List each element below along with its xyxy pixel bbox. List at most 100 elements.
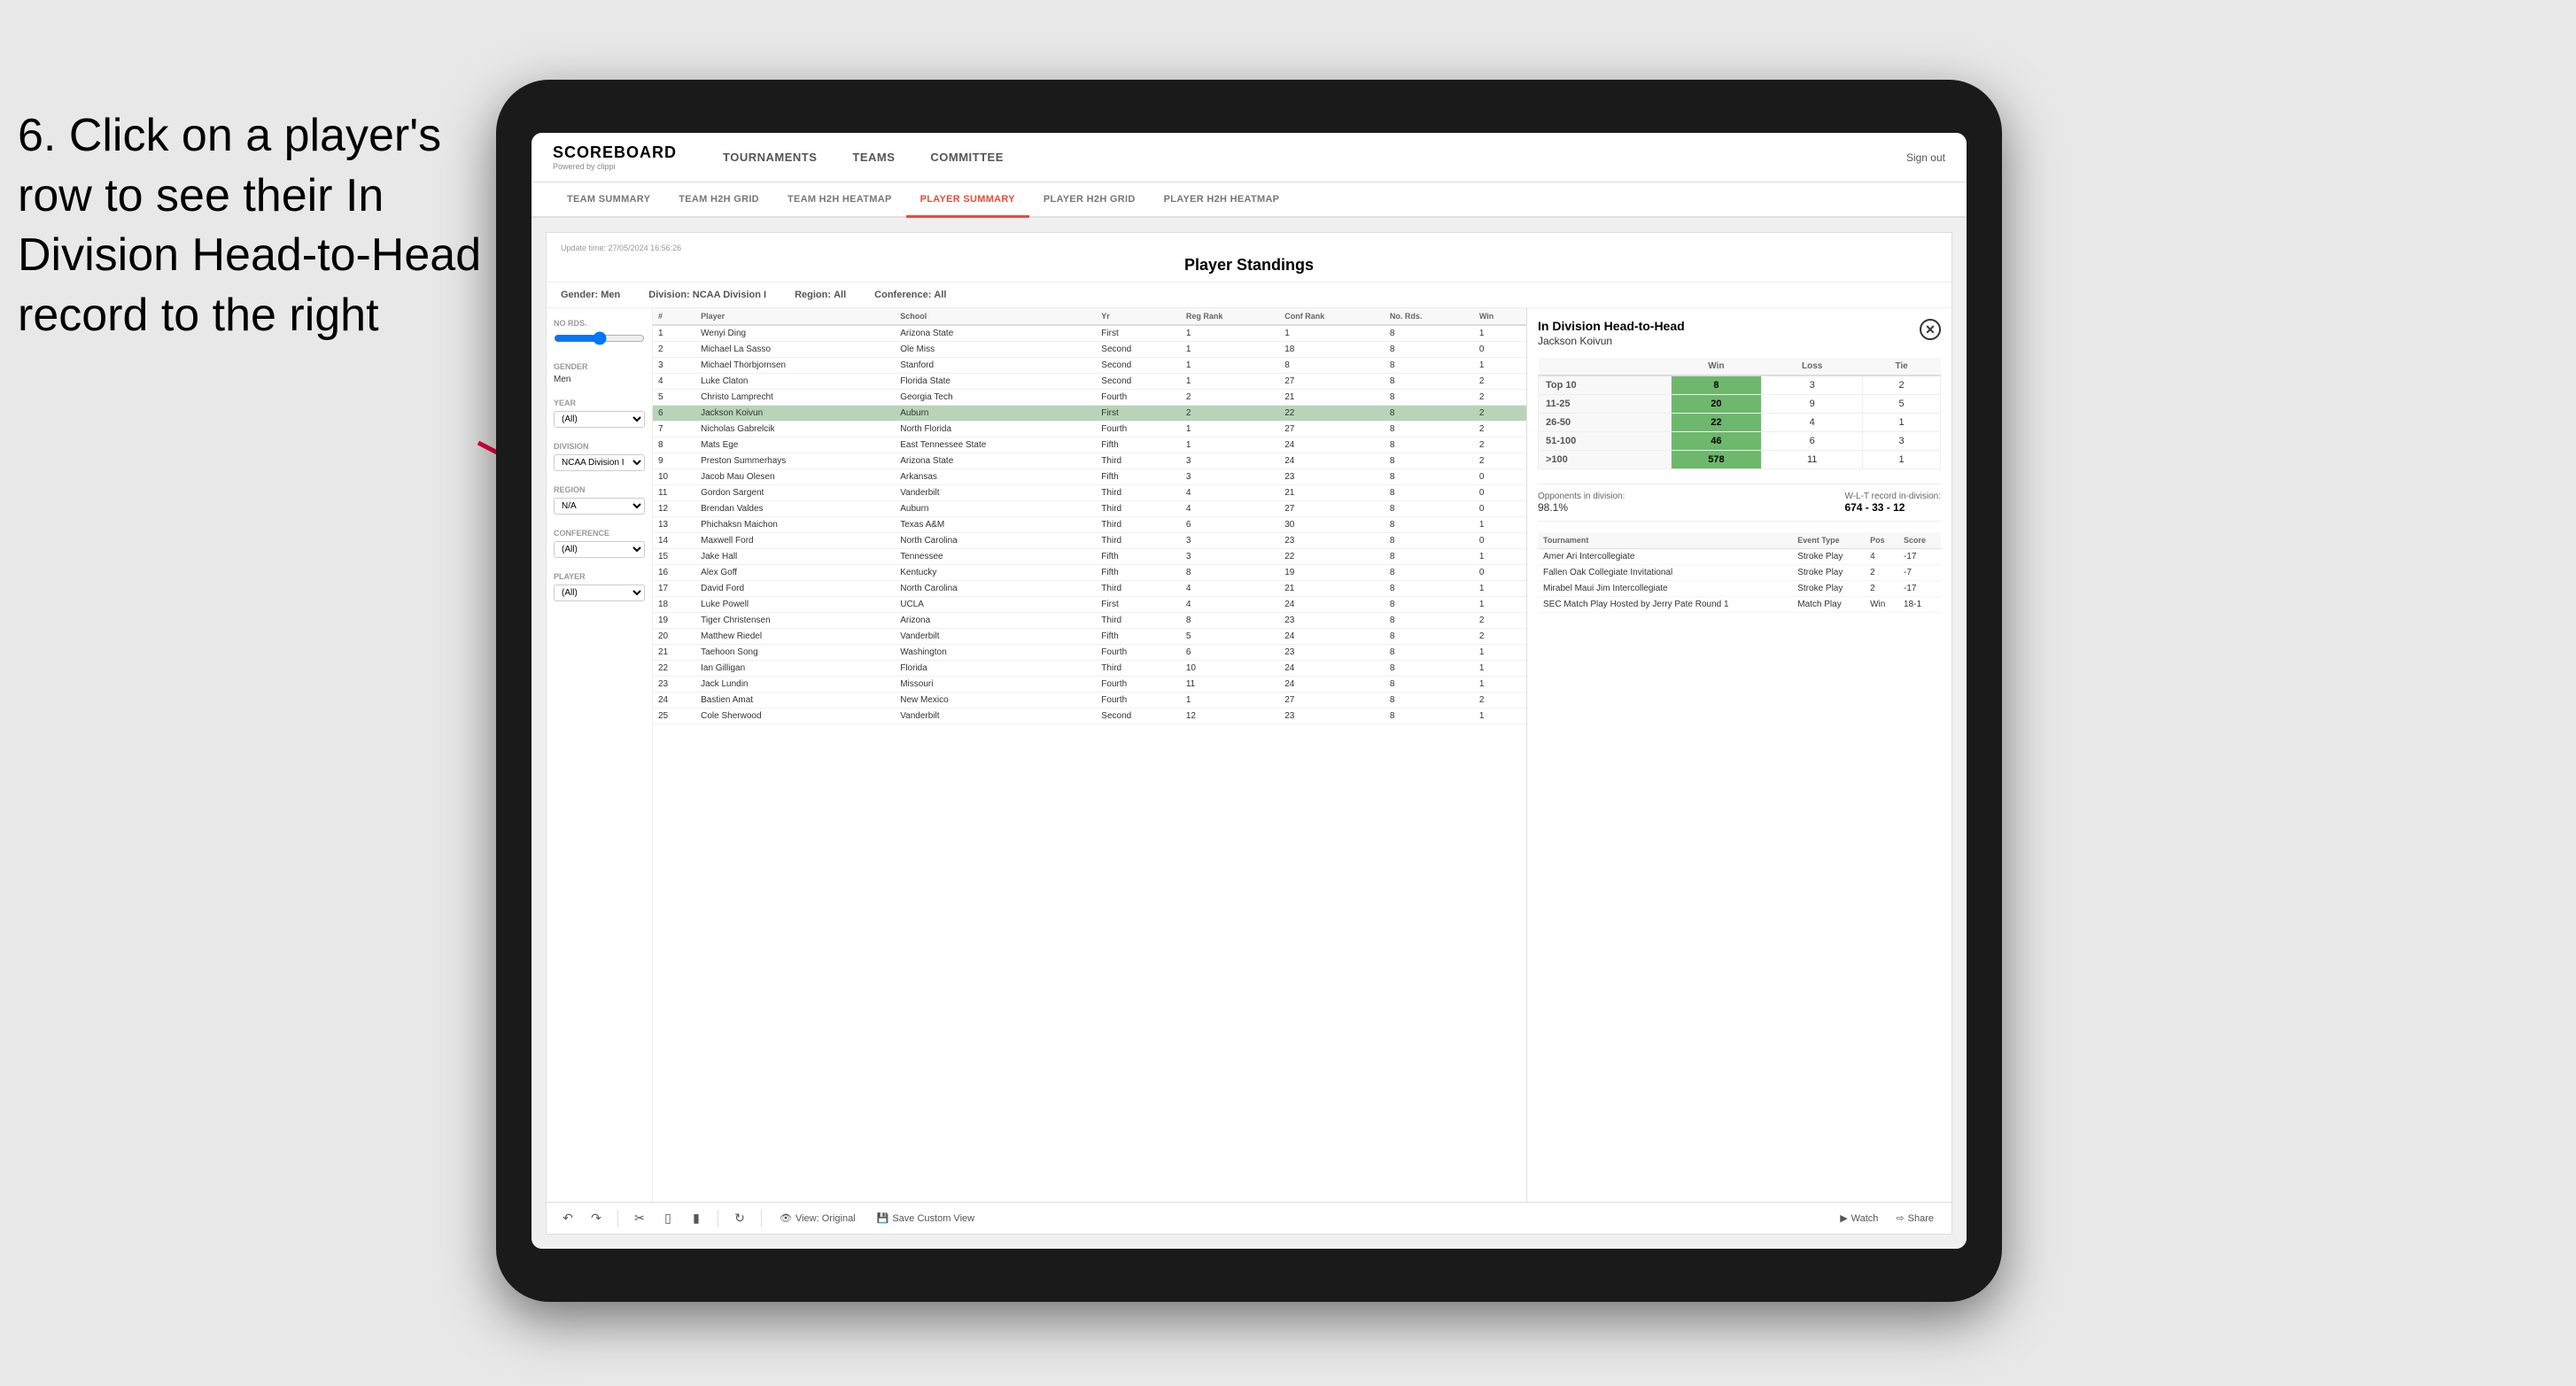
undo-button[interactable]: ↶ <box>557 1208 578 1229</box>
tab-player-summary[interactable]: PLAYER SUMMARY <box>906 182 1029 218</box>
sign-out-button[interactable]: Sign out <box>1906 151 1945 164</box>
tab-player-h2h-grid[interactable]: PLAYER H2H GRID <box>1029 182 1150 218</box>
update-time: Update time: 27/05/2024 16:56:26 <box>561 244 1937 252</box>
view-original-label: View: Original <box>795 1213 856 1224</box>
h2h-loss-cell: 9 <box>1762 395 1863 414</box>
opponents-left: Opponents in division: 98.1% <box>1538 492 1625 514</box>
table-row[interactable]: 8 Mats Ege East Tennessee State Fifth 1 … <box>653 437 1526 453</box>
no-rds-slider[interactable] <box>554 331 645 345</box>
table-row[interactable]: 18 Luke Powell UCLA First 4 24 8 1 <box>653 597 1526 613</box>
table-row[interactable]: 12 Brendan Valdes Auburn Third 4 27 8 0 <box>653 501 1526 517</box>
cell-school: Missouri <box>895 677 1096 693</box>
nav-teams[interactable]: TEAMS <box>834 133 912 182</box>
table-row[interactable]: 1 Wenyi Ding Arizona State First 1 1 8 1 <box>653 325 1526 342</box>
cell-reg-rank: 1 <box>1181 358 1279 374</box>
table-row[interactable]: 9 Preston Summerhays Arizona State Third… <box>653 453 1526 469</box>
region-select[interactable]: N/A <box>554 498 645 515</box>
cell-conf-rank: 24 <box>1279 629 1385 645</box>
col-pos: Pos <box>1865 532 1898 549</box>
cell-player: Maxwell Ford <box>695 533 895 549</box>
cell-reg-rank: 6 <box>1181 645 1279 661</box>
cell-school: Washington <box>895 645 1096 661</box>
cell-num: 14 <box>653 533 695 549</box>
toolbar-right: ▶ Watch ⇨ Share <box>1833 1209 1941 1227</box>
table-row[interactable]: 2 Michael La Sasso Ole Miss Second 1 18 … <box>653 342 1526 358</box>
tab-team-summary[interactable]: TEAM SUMMARY <box>553 182 664 218</box>
tournament-score: 18-1 <box>1898 597 1941 613</box>
gender-value: Men <box>554 375 645 384</box>
h2h-col-win: Win <box>1671 358 1761 376</box>
watch-button[interactable]: ▶ Watch <box>1833 1209 1885 1227</box>
table-row[interactable]: 6 Jackson Koivun Auburn First 2 22 8 2 <box>653 406 1526 422</box>
cell-player: Alex Goff <box>695 565 895 581</box>
h2h-row-label: Top 10 <box>1539 376 1672 395</box>
h2h-tie-cell: 3 <box>1863 432 1941 451</box>
table-row[interactable]: 20 Matthew Riedel Vanderbilt Fifth 5 24 … <box>653 629 1526 645</box>
share-button[interactable]: ⇨ Share <box>1889 1209 1941 1227</box>
gender-section: Gender Men <box>554 362 645 384</box>
nav-committee[interactable]: COMMITTEE <box>912 133 1021 182</box>
table-row[interactable]: 24 Bastien Amat New Mexico Fourth 1 27 8… <box>653 693 1526 708</box>
sub-nav: TEAM SUMMARY TEAM H2H GRID TEAM H2H HEAT… <box>531 182 1967 218</box>
cell-win: 2 <box>1474 693 1526 708</box>
cell-player: Luke Powell <box>695 597 895 613</box>
cell-no-rds: 8 <box>1385 485 1474 501</box>
cell-school: Texas A&M <box>895 517 1096 533</box>
table-row[interactable]: 16 Alex Goff Kentucky Fifth 8 19 8 0 <box>653 565 1526 581</box>
cell-conf-rank: 19 <box>1279 565 1385 581</box>
cell-num: 17 <box>653 581 695 597</box>
table-row[interactable]: 5 Christo Lamprecht Georgia Tech Fourth … <box>653 390 1526 406</box>
cell-num: 3 <box>653 358 695 374</box>
h2h-row: 51-100 46 6 3 <box>1539 432 1941 451</box>
table-row[interactable]: 22 Ian Gilligan Florida Third 10 24 8 1 <box>653 661 1526 677</box>
cell-no-rds: 8 <box>1385 390 1474 406</box>
table-row[interactable]: 4 Luke Claton Florida State Second 1 27 … <box>653 374 1526 390</box>
nav-tournaments[interactable]: TOURNAMENTS <box>705 133 834 182</box>
cell-win: 1 <box>1474 661 1526 677</box>
table-row[interactable]: 21 Taehoon Song Washington Fourth 6 23 8… <box>653 645 1526 661</box>
redo-button[interactable]: ↷ <box>586 1208 607 1229</box>
cell-reg-rank: 1 <box>1181 693 1279 708</box>
h2h-col-tie: Tie <box>1863 358 1941 376</box>
table-row[interactable]: 11 Gordon Sargent Vanderbilt Third 4 21 … <box>653 485 1526 501</box>
table-row[interactable]: 10 Jacob Mau Olesen Arkansas Fifth 3 23 … <box>653 469 1526 485</box>
tournament-pos: 4 <box>1865 549 1898 565</box>
player-label: Player <box>554 572 645 581</box>
tournament-header-row: Tournament Event Type Pos Score <box>1538 532 1941 549</box>
table-row[interactable]: 19 Tiger Christensen Arizona Third 8 23 … <box>653 613 1526 629</box>
table-row[interactable]: 3 Michael Thorbjornsen Stanford Second 1… <box>653 358 1526 374</box>
tab-team-h2h-heatmap[interactable]: TEAM H2H HEATMAP <box>773 182 906 218</box>
h2h-close-button[interactable]: ✕ <box>1920 319 1941 340</box>
division-select[interactable]: NCAA Division I <box>554 454 645 471</box>
year-section: Year (All) <box>554 399 645 428</box>
cell-no-rds: 8 <box>1385 629 1474 645</box>
conference-select[interactable]: (All) <box>554 541 645 558</box>
table-row[interactable]: 17 David Ford North Carolina Third 4 21 … <box>653 581 1526 597</box>
cell-yr: Fifth <box>1096 549 1181 565</box>
cell-no-rds: 8 <box>1385 358 1474 374</box>
save-custom-button[interactable]: 💾 Save Custom View <box>870 1209 982 1227</box>
cell-win: 2 <box>1474 453 1526 469</box>
cell-no-rds: 8 <box>1385 565 1474 581</box>
table-row[interactable]: 15 Jake Hall Tennessee Fifth 3 22 8 1 <box>653 549 1526 565</box>
cut-button[interactable]: ✂ <box>629 1208 650 1229</box>
cell-conf-rank: 21 <box>1279 390 1385 406</box>
cell-school: Auburn <box>895 406 1096 422</box>
table-row[interactable]: 25 Cole Sherwood Vanderbilt Second 12 23… <box>653 708 1526 724</box>
year-select[interactable]: (All) <box>554 411 645 428</box>
table-row[interactable]: 7 Nicholas Gabrelcik North Florida Fourt… <box>653 422 1526 437</box>
record-label: W-L-T record in-division: <box>1844 492 1941 501</box>
table-row[interactable]: 14 Maxwell Ford North Carolina Third 3 2… <box>653 533 1526 549</box>
paste-button[interactable]: ▮ <box>686 1208 707 1229</box>
view-original-button[interactable]: 👁 View: Original <box>772 1209 863 1227</box>
cell-school: Tennessee <box>895 549 1096 565</box>
player-select[interactable]: (All) <box>554 585 645 601</box>
tab-player-h2h-heatmap[interactable]: PLAYER H2H HEATMAP <box>1150 182 1294 218</box>
cell-num: 5 <box>653 390 695 406</box>
copy-button[interactable]: ▯ <box>657 1208 679 1229</box>
refresh-button[interactable]: ↻ <box>729 1208 750 1229</box>
table-row[interactable]: 23 Jack Lundin Missouri Fourth 11 24 8 1 <box>653 677 1526 693</box>
table-row[interactable]: 13 Phichaksn Maichon Texas A&M Third 6 3… <box>653 517 1526 533</box>
cell-player: Wenyi Ding <box>695 325 895 342</box>
tab-team-h2h-grid[interactable]: TEAM H2H GRID <box>664 182 773 218</box>
